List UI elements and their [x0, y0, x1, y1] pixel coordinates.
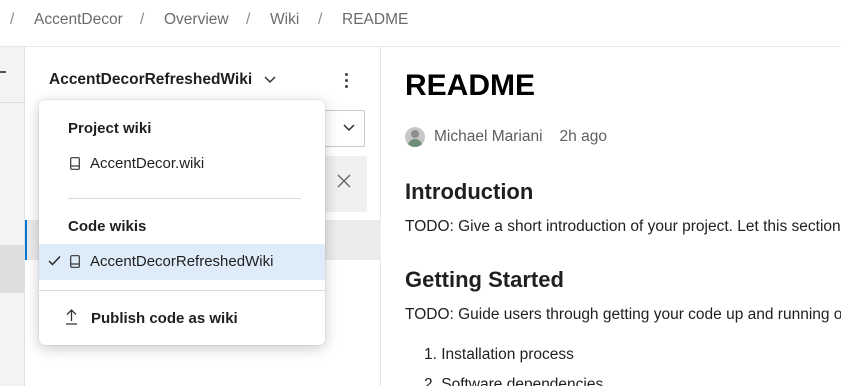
section-text: TODO: Guide users through getting your c…	[405, 306, 841, 323]
upload-icon	[66, 309, 77, 325]
section-heading: Introduction	[405, 179, 534, 204]
breadcrumb-separator: /	[318, 11, 323, 28]
rail-selected-item[interactable]	[0, 245, 25, 293]
list-item: 1. Installation process	[424, 346, 574, 363]
breadcrumb-separator: /	[10, 11, 15, 28]
collapse-icon[interactable]	[0, 71, 6, 73]
section-text: TODO: Give a short introduction of your …	[405, 218, 841, 235]
repo-icon	[70, 255, 80, 268]
menu-divider	[68, 198, 301, 199]
breadcrumb-overview[interactable]: Overview	[164, 11, 229, 29]
wiki-option-label: AccentDecorRefreshedWiki	[90, 253, 274, 270]
wiki-option-code-selected[interactable]: AccentDecorRefreshedWiki	[39, 244, 325, 280]
wiki-selector[interactable]: AccentDecorRefreshedWiki	[49, 71, 276, 89]
wiki-option-label: AccentDecor.wiki	[90, 155, 205, 172]
publish-label: Publish code as wiki	[91, 310, 238, 327]
avatar[interactable]	[405, 127, 425, 147]
author-name[interactable]: Michael Mariani	[434, 128, 543, 146]
chevron-down-icon	[264, 76, 276, 84]
wiki-dropdown-menu: Project wiki AccentDecor.wiki Code wikis…	[39, 100, 325, 345]
wiki-selector-label: AccentDecorRefreshedWiki	[49, 71, 253, 88]
chevron-down-icon	[343, 124, 355, 132]
menu-divider	[39, 290, 325, 291]
breadcrumb-bar: / AccentDecor / Overview / Wiki / README	[0, 0, 841, 47]
breadcrumb-current-page[interactable]: README	[342, 11, 408, 29]
rail-divider	[0, 102, 25, 103]
page-title: README	[405, 69, 536, 102]
list-item: 2. Software dependencies	[424, 376, 604, 386]
breadcrumb-separator: /	[246, 11, 251, 28]
edited-time: 2h ago	[559, 128, 607, 145]
more-actions-icon[interactable]	[341, 73, 351, 93]
code-wikis-heading: Code wikis	[68, 218, 147, 235]
checkmark-icon	[48, 256, 61, 266]
left-nav-rail	[0, 47, 25, 386]
wiki-option-project[interactable]: AccentDecor.wiki	[39, 146, 325, 182]
clear-icon[interactable]	[337, 174, 351, 188]
section-heading: Getting Started	[405, 267, 564, 292]
breadcrumb-separator: /	[140, 11, 145, 28]
project-wiki-heading: Project wiki	[68, 120, 152, 137]
repo-icon	[70, 157, 80, 170]
publish-code-as-wiki-button[interactable]: Publish code as wiki	[39, 300, 325, 336]
breadcrumb-wiki[interactable]: Wiki	[270, 11, 299, 29]
page-author-row: Michael Mariani 2h ago	[405, 127, 607, 147]
wiki-page-content: README Michael Mariani 2h ago Introducti…	[381, 47, 841, 386]
breadcrumb-project[interactable]: AccentDecor	[34, 11, 123, 29]
